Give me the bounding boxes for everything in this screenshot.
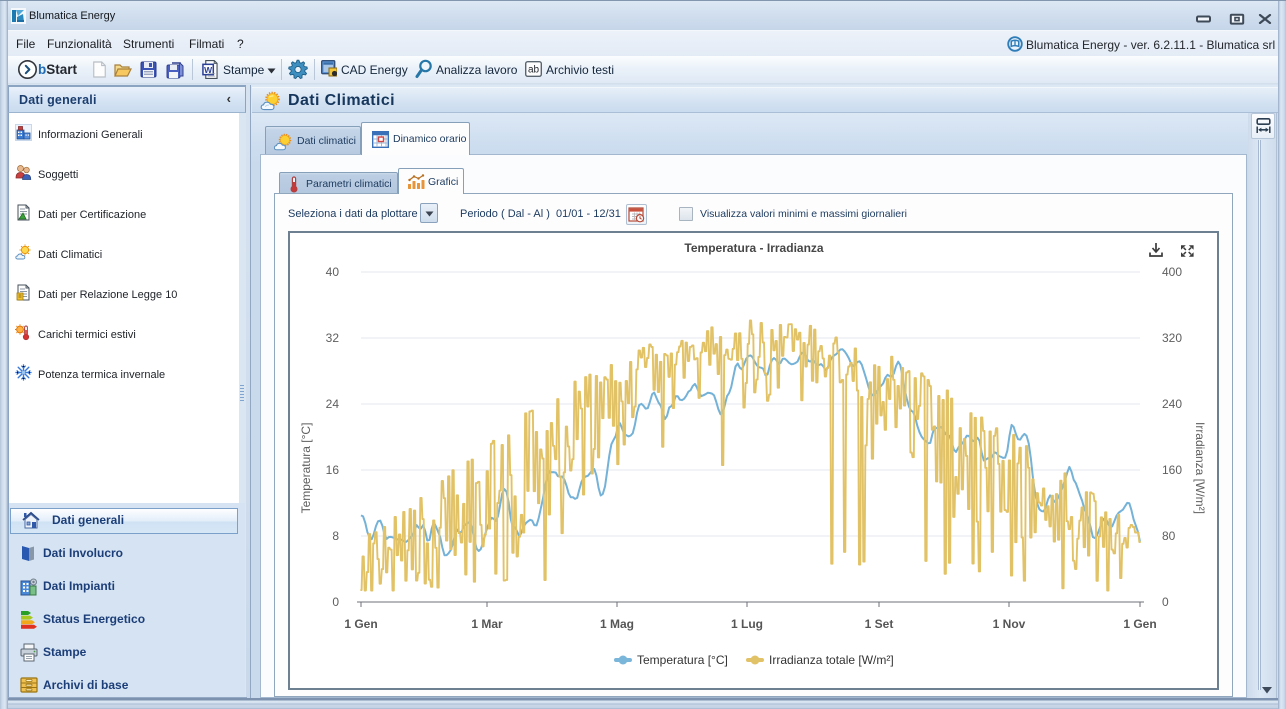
svg-text:1 Mag: 1 Mag <box>600 617 634 631</box>
svg-text:Temperatura [°C]: Temperatura [°C] <box>299 423 313 514</box>
svg-text:W: W <box>204 65 212 75</box>
svg-text:Irradianza [W/m²]: Irradianza [W/m²] <box>1193 422 1207 514</box>
svg-text:80: 80 <box>1162 529 1176 543</box>
svg-text:1 Set: 1 Set <box>865 617 894 631</box>
svg-text:320: 320 <box>1162 331 1182 345</box>
svg-text:1 Nov: 1 Nov <box>993 617 1026 631</box>
svg-text:40: 40 <box>326 265 340 279</box>
svg-text:160: 160 <box>1162 463 1182 477</box>
svg-text:8: 8 <box>332 529 339 543</box>
svg-text:24: 24 <box>326 397 340 411</box>
svg-text:Temperatura - Irradianza: Temperatura - Irradianza <box>684 241 823 255</box>
svg-text:400: 400 <box>1162 265 1182 279</box>
svg-text:240: 240 <box>1162 397 1182 411</box>
svg-text:0: 0 <box>332 595 339 609</box>
svg-text:1 Lug: 1 Lug <box>731 617 763 631</box>
svg-text:1 Gen: 1 Gen <box>344 617 377 631</box>
svg-text:1 Gen: 1 Gen <box>1123 617 1156 631</box>
svg-text:32: 32 <box>326 331 340 345</box>
svg-text:Irradianza totale [W/m²]: Irradianza totale [W/m²] <box>769 653 894 667</box>
svg-text:1 Mar: 1 Mar <box>471 617 503 631</box>
svg-text:0: 0 <box>1162 595 1169 609</box>
svg-text:Temperatura [°C]: Temperatura [°C] <box>637 653 728 667</box>
svg-text:ab: ab <box>528 65 540 76</box>
svg-text:16: 16 <box>326 463 340 477</box>
